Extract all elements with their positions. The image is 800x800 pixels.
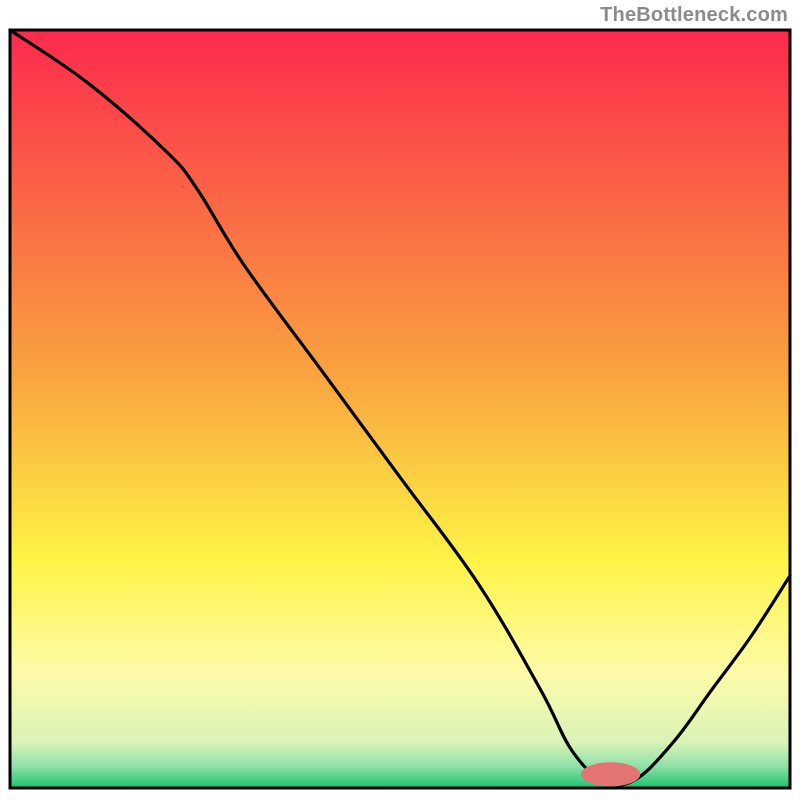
optimal-point-marker [581, 762, 640, 786]
plot-area [10, 30, 790, 788]
attribution-text: TheBottleneck.com [600, 4, 788, 27]
chart-container: TheBottleneck.com [0, 0, 800, 800]
gradient-background [10, 30, 790, 788]
bottleneck-chart [0, 0, 800, 800]
